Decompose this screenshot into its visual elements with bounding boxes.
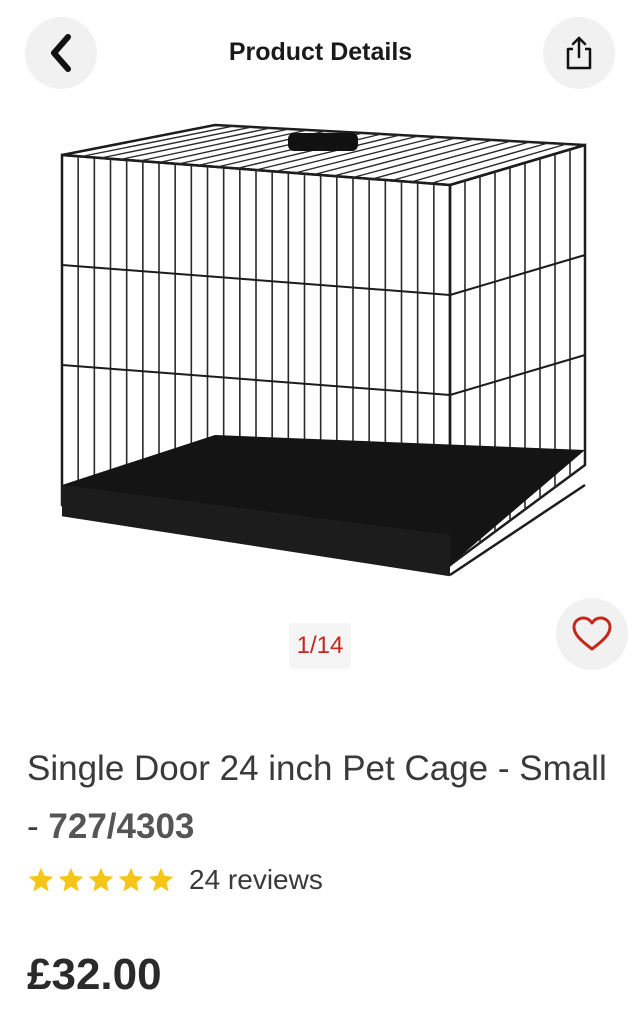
star-icon [148, 867, 174, 892]
page-title: Product Details [228, 38, 413, 66]
product-title: Single Door 24 inch Pet Cage - Small - 7… [27, 740, 617, 856]
star-icon [118, 867, 144, 892]
star-icon [28, 867, 54, 892]
pet-cage-image [60, 123, 587, 577]
star-rating [27, 866, 175, 894]
favourite-button[interactable] [556, 598, 628, 670]
product-image[interactable] [40, 105, 600, 590]
share-button[interactable] [543, 17, 615, 89]
product-price: £32.00 [27, 950, 162, 999]
header: Product Details [0, 0, 641, 110]
star-icon [58, 867, 84, 892]
rating-row: 24 reviews [27, 864, 323, 896]
product-sku: 727/4303 [48, 807, 195, 846]
reviews-link[interactable]: 24 reviews [189, 864, 323, 896]
image-counter: 1/14 [289, 623, 351, 669]
heart-icon [572, 616, 612, 651]
share-icon [566, 36, 592, 70]
back-button[interactable] [25, 17, 97, 89]
star-icon [88, 867, 114, 892]
chevron-left-icon [51, 34, 71, 72]
